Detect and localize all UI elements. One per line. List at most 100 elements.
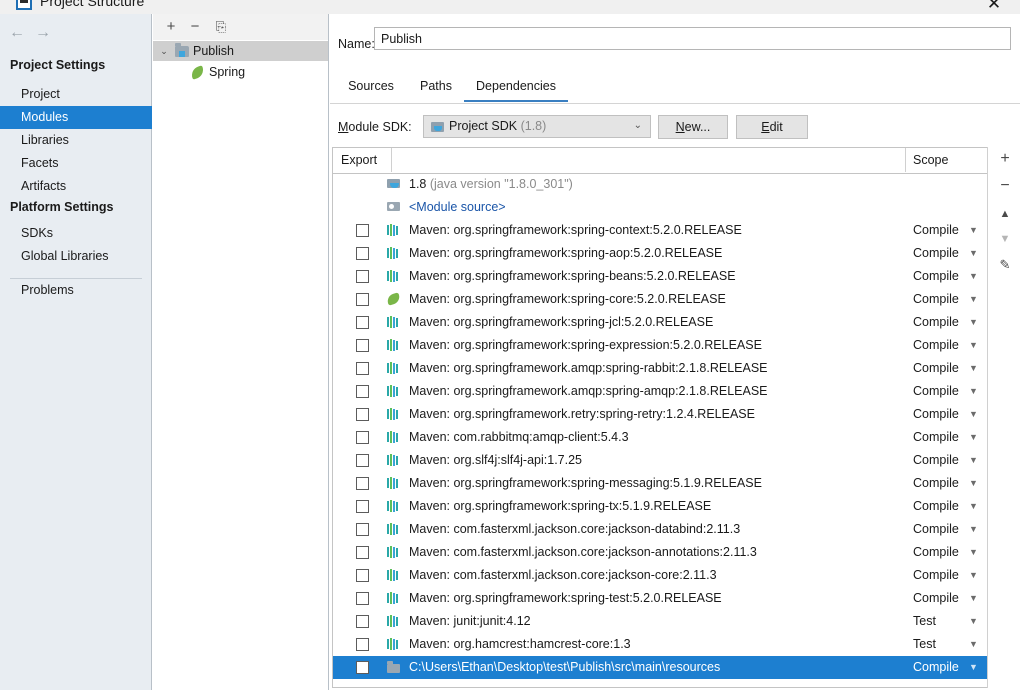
export-checkbox[interactable] (356, 546, 369, 559)
table-row[interactable]: Maven: org.springframework:spring-messag… (333, 472, 987, 495)
export-checkbox[interactable] (356, 339, 369, 352)
table-row[interactable]: Maven: org.springframework:spring-aop:5.… (333, 242, 987, 265)
scope-dropdown-icon[interactable]: ▼ (969, 449, 978, 472)
table-row[interactable]: C:\Users\Ethan\Desktop\test\Publish\src\… (333, 656, 987, 679)
scope-dropdown-icon[interactable]: ▼ (969, 380, 978, 403)
table-row[interactable]: Maven: org.springframework:spring-contex… (333, 219, 987, 242)
table-row[interactable]: Maven: org.springframework.amqp:spring-r… (333, 357, 987, 380)
table-row[interactable]: Maven: com.fasterxml.jackson.core:jackso… (333, 518, 987, 541)
close-icon[interactable]: ✕ (982, 0, 1006, 14)
scope-value: Test (913, 637, 936, 651)
export-checkbox[interactable] (356, 270, 369, 283)
copy-module-icon[interactable]: ⎘ (211, 17, 231, 37)
sidebar-item-project[interactable]: Project (0, 83, 152, 106)
scope-dropdown-icon[interactable]: ▼ (969, 242, 978, 265)
export-checkbox[interactable] (356, 431, 369, 444)
table-row[interactable]: Maven: org.springframework:spring-jcl:5.… (333, 311, 987, 334)
scope-dropdown-icon[interactable]: ▼ (969, 656, 978, 679)
scope-dropdown-icon[interactable]: ▼ (969, 334, 978, 357)
tab-paths[interactable]: Paths (412, 72, 460, 102)
table-row[interactable]: <Module source> (333, 196, 987, 219)
tree-node-spring[interactable]: Spring (153, 62, 328, 82)
edit-sdk-button[interactable]: Edit (736, 115, 808, 139)
export-checkbox[interactable] (356, 385, 369, 398)
module-sdk-label: Module SDK: (338, 120, 412, 134)
table-row[interactable]: Maven: org.springframework:spring-expres… (333, 334, 987, 357)
sidebar-item-modules[interactable]: Modules (0, 106, 152, 129)
remove-dependency-icon[interactable]: − (993, 174, 1017, 198)
tab-dependencies[interactable]: Dependencies (464, 72, 568, 102)
table-row[interactable]: Maven: org.springframework.amqp:spring-a… (333, 380, 987, 403)
sidebar-item-artifacts[interactable]: Artifacts (0, 175, 152, 198)
scope-dropdown-icon[interactable]: ▼ (969, 288, 978, 311)
scope-dropdown-icon[interactable]: ▼ (969, 403, 978, 426)
scope-dropdown-icon[interactable]: ▼ (969, 633, 978, 656)
export-checkbox[interactable] (356, 615, 369, 628)
tab-sources[interactable]: Sources (340, 72, 402, 102)
table-row[interactable]: Maven: org.slf4j:slf4j-api:1.7.25 Compile… (333, 449, 987, 472)
scope-dropdown-icon[interactable]: ▼ (969, 265, 978, 288)
chevron-down-icon[interactable]: ⌄ (157, 41, 171, 61)
table-row[interactable]: Maven: org.springframework:spring-core:5… (333, 288, 987, 311)
chevron-down-icon[interactable]: ⌄ (634, 120, 642, 131)
scope-dropdown-icon[interactable]: ▼ (969, 472, 978, 495)
move-down-icon[interactable]: ▼ (993, 227, 1017, 251)
export-checkbox[interactable] (356, 661, 369, 674)
module-sdk-select[interactable]: Project SDK (1.8) ⌄ (423, 115, 651, 138)
new-sdk-button[interactable]: New... (658, 115, 728, 139)
tree-node-publish[interactable]: ⌄ Publish (153, 41, 328, 61)
add-dependency-icon[interactable]: + (993, 147, 1017, 171)
export-checkbox[interactable] (356, 362, 369, 375)
scope-dropdown-icon[interactable]: ▼ (969, 564, 978, 587)
scope-value: Compile (913, 292, 959, 306)
sidebar-item-libraries[interactable]: Libraries (0, 129, 152, 152)
scope-dropdown-icon[interactable]: ▼ (969, 357, 978, 380)
remove-module-icon[interactable]: − (185, 17, 205, 37)
table-row[interactable]: Maven: junit:junit:4.12 Test ▼ (333, 610, 987, 633)
export-checkbox[interactable] (356, 293, 369, 306)
back-arrow-icon[interactable]: ← (6, 22, 28, 44)
export-checkbox[interactable] (356, 523, 369, 536)
scope-dropdown-icon[interactable]: ▼ (969, 610, 978, 633)
column-header-export[interactable]: Export (341, 148, 377, 172)
module-name-input[interactable] (374, 27, 1011, 50)
add-module-icon[interactable]: + (161, 17, 181, 37)
sidebar-item-sdks[interactable]: SDKs (0, 222, 152, 245)
export-checkbox[interactable] (356, 477, 369, 490)
table-row[interactable]: Maven: org.hamcrest:hamcrest-core:1.3 Tes… (333, 633, 987, 656)
sidebar-item-global-libraries[interactable]: Global Libraries (0, 245, 152, 268)
export-checkbox[interactable] (356, 316, 369, 329)
scope-dropdown-icon[interactable]: ▼ (969, 495, 978, 518)
forward-arrow-icon[interactable]: → (32, 22, 54, 44)
dependency-label: Maven: org.springframework.amqp:spring-r… (409, 361, 768, 375)
scope-dropdown-icon[interactable]: ▼ (969, 311, 978, 334)
table-row[interactable]: Maven: org.springframework:spring-beans:… (333, 265, 987, 288)
scope-dropdown-icon[interactable]: ▼ (969, 518, 978, 541)
table-row[interactable]: Maven: org.springframework.retry:spring-… (333, 403, 987, 426)
edit-dependency-icon[interactable]: ✎ (993, 253, 1017, 277)
table-row[interactable]: 1.8 (java version "1.8.0_301") (333, 173, 987, 196)
sidebar-item-facets[interactable]: Facets (0, 152, 152, 175)
export-checkbox[interactable] (356, 500, 369, 513)
table-row[interactable]: Maven: com.fasterxml.jackson.core:jackso… (333, 564, 987, 587)
dependency-label: Maven: org.hamcrest:hamcrest-core:1.3 (409, 637, 631, 651)
export-checkbox[interactable] (356, 224, 369, 237)
move-up-icon[interactable]: ▲ (993, 202, 1017, 226)
table-row[interactable]: Maven: org.springframework:spring-test:5… (333, 587, 987, 610)
export-checkbox[interactable] (356, 454, 369, 467)
export-checkbox[interactable] (356, 247, 369, 260)
scope-dropdown-icon[interactable]: ▼ (969, 426, 978, 449)
scope-dropdown-icon[interactable]: ▼ (969, 587, 978, 610)
table-row[interactable]: Maven: com.rabbitmq:amqp-client:5.4.3 Com… (333, 426, 987, 449)
export-checkbox[interactable] (356, 638, 369, 651)
sidebar-item-problems[interactable]: Problems (0, 279, 152, 302)
scope-dropdown-icon[interactable]: ▼ (969, 219, 978, 242)
table-row[interactable]: Maven: org.springframework:spring-tx:5.1… (333, 495, 987, 518)
export-checkbox[interactable] (356, 569, 369, 582)
module-tree-toolbar: + − ⎘ (153, 14, 328, 40)
table-row[interactable]: Maven: com.fasterxml.jackson.core:jackso… (333, 541, 987, 564)
export-checkbox[interactable] (356, 592, 369, 605)
export-checkbox[interactable] (356, 408, 369, 421)
scope-dropdown-icon[interactable]: ▼ (969, 541, 978, 564)
column-header-scope[interactable]: Scope (913, 148, 948, 172)
